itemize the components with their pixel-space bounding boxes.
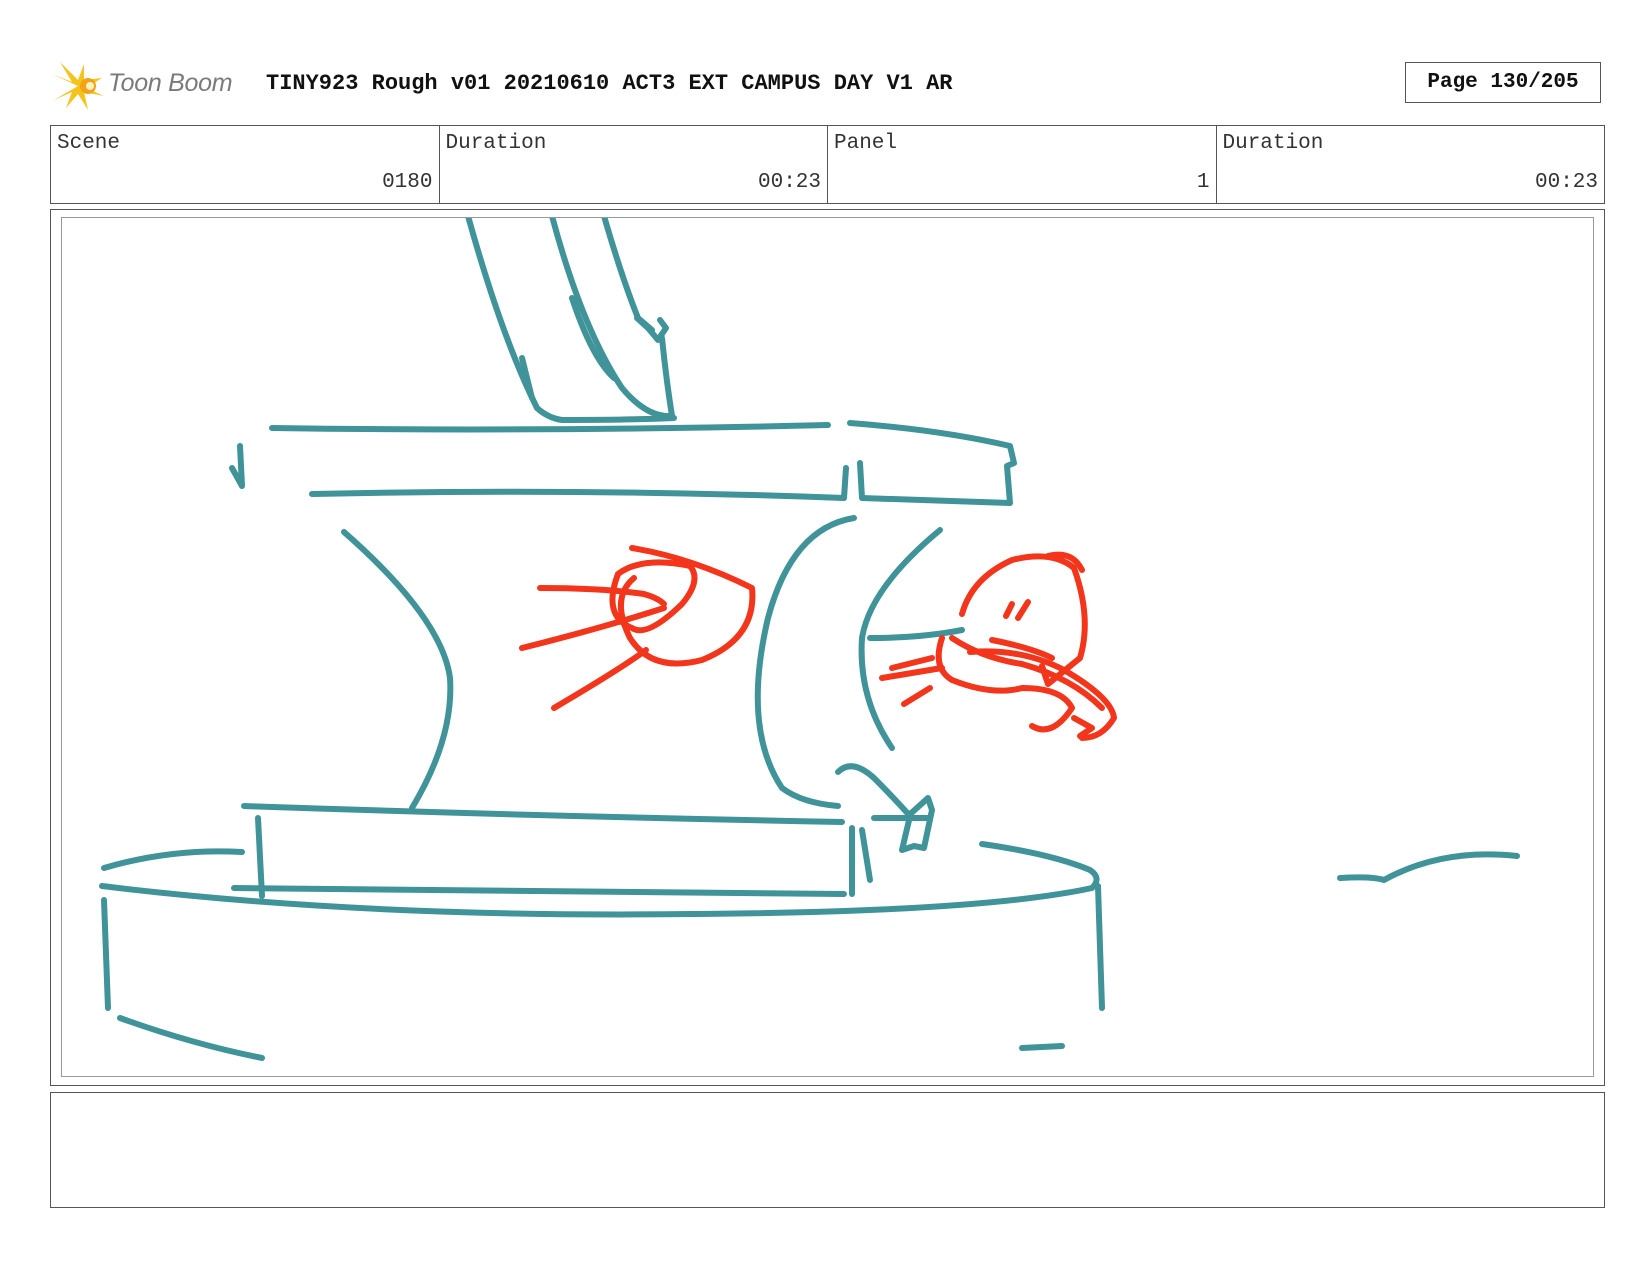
scene-duration-label: Duration <box>445 132 547 155</box>
panel-value: 1 <box>1196 171 1210 194</box>
toon-boom-logo: Toon Boom <box>50 58 250 114</box>
hand-sketch <box>465 218 677 423</box>
panel-cell: Panel 1 <box>828 126 1217 203</box>
scene-cell: Scene 0180 <box>51 126 440 203</box>
scene-duration-cell: Duration 00:23 <box>440 126 828 203</box>
info-row: Scene 0180 Duration 00:23 Panel 1 Durati… <box>50 125 1605 204</box>
storyboard-panel-image <box>61 217 1594 1077</box>
page-header: Toon Boom TINY923 Rough v01 20210610 ACT… <box>50 58 1610 114</box>
anvil-sketch <box>99 420 1520 1061</box>
scene-value: 0180 <box>382 171 433 194</box>
impact-marks-sketch <box>519 545 1117 741</box>
panel-label: Panel <box>834 132 898 155</box>
sketch-drawing <box>99 218 1520 1061</box>
page-number: Page 130/205 <box>1405 62 1601 103</box>
panel-duration-value: 00:23 <box>1534 171 1598 194</box>
scene-label: Scene <box>57 132 121 155</box>
panel-duration-label: Duration <box>1222 132 1324 155</box>
logo-text: Toon Boom <box>108 69 233 97</box>
scene-duration-value: 00:23 <box>757 171 821 194</box>
storyboard-panel-frame <box>50 209 1605 1086</box>
starburst-icon <box>52 62 104 110</box>
panel-duration-cell: Duration 00:23 <box>1217 126 1605 203</box>
notes-box <box>50 1092 1605 1208</box>
document-title: TINY923 Rough v01 20210610 ACT3 EXT CAMP… <box>266 71 953 96</box>
